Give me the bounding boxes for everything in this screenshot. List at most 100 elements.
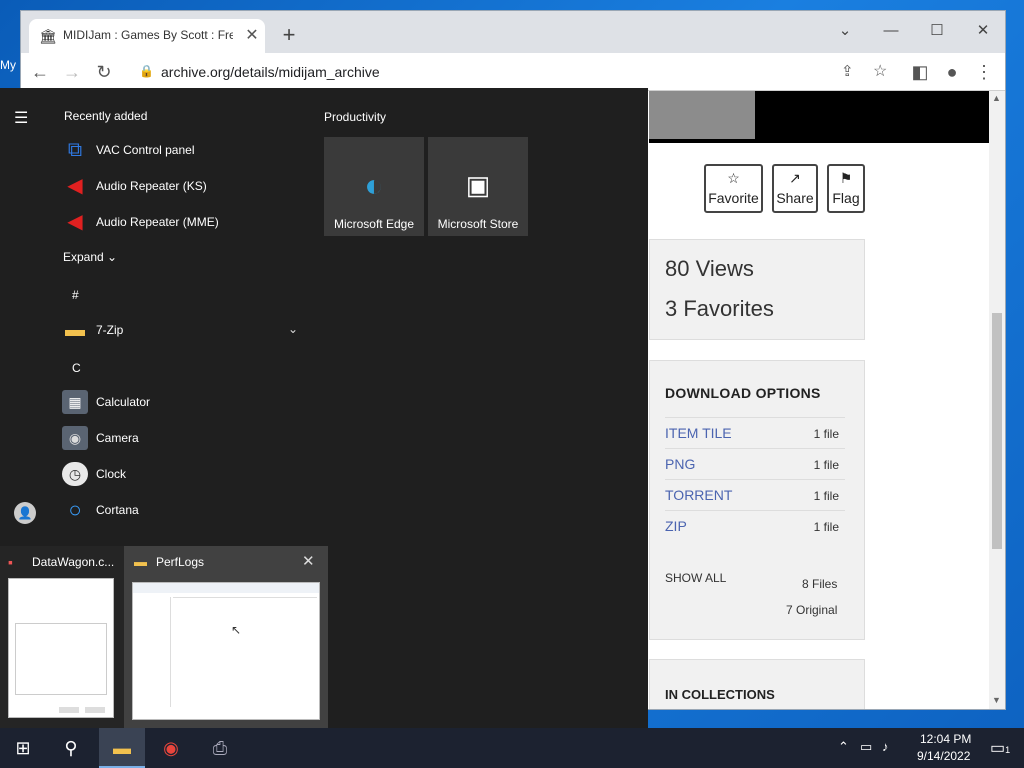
tab-search-icon[interactable]: ⌄ [827, 17, 863, 45]
productivity-header: Productivity [324, 110, 387, 124]
app-item-cortana[interactable]: ○ Cortana [62, 492, 302, 528]
download-row[interactable]: PNG 1 file [665, 448, 845, 479]
new-tab-button[interactable]: + [277, 23, 301, 47]
download-options-title: DOWNLOAD OPTIONS [665, 385, 821, 401]
files-count: 8 Files [802, 577, 838, 591]
hamburger-icon[interactable]: ☰ [14, 108, 28, 128]
cursor-icon: ↖ [231, 623, 242, 637]
show-all-link[interactable]: SHOW ALL [665, 571, 726, 585]
volume-icon[interactable]: ♪ [882, 739, 889, 754]
taskbar-thumbnails: ▪ DataWagon.c... ▬ PerfLogs ✕ ↖ [0, 546, 328, 728]
app-item-vac-control-panel[interactable]: ⧉ VAC Control panel [62, 132, 302, 168]
app-item-calculator[interactable]: ▦ Calculator [62, 384, 302, 420]
notification-count: 1 [1005, 745, 1011, 755]
bookmark-star-icon[interactable]: ☆ [873, 61, 887, 81]
download-count: 1 file [813, 458, 839, 472]
printer-icon[interactable]: ⎙ [197, 728, 243, 768]
tile-microsoft-store[interactable]: ▣ Microsoft Store [428, 137, 528, 236]
app-item-clock[interactable]: ◷ Clock [62, 456, 302, 492]
forward-icon[interactable]: → [59, 59, 85, 85]
thumbnail-title[interactable]: DataWagon.c... [32, 555, 114, 569]
tile-microsoft-edge[interactable]: ◐ Microsoft Edge [324, 137, 424, 236]
archive-favicon-icon: 🏛 [39, 28, 57, 44]
edge-icon: ◐ [364, 167, 384, 203]
store-icon: ▣ [465, 170, 491, 200]
share-button[interactable]: ↗ Share [772, 164, 818, 213]
browser-tab[interactable]: 🏛 MIDIJam : Games By Scott : Free ✕ [29, 19, 265, 53]
chevron-down-icon[interactable]: ⌄ [288, 322, 298, 336]
calculator-icon: ▦ [62, 390, 88, 414]
windows-start-icon[interactable]: ⊞ [0, 728, 46, 768]
letter-header-hash[interactable]: # [72, 288, 79, 302]
reload-icon[interactable]: ↻ [91, 59, 117, 85]
download-type-link[interactable]: TORRENT [665, 487, 732, 503]
profile-icon[interactable]: ● [939, 59, 965, 85]
preview-divider [173, 597, 317, 598]
thumbnail-preview[interactable]: ↖ [132, 582, 320, 720]
audio-repeater-icon: ◀ [67, 211, 83, 233]
recently-added-header: Recently added [64, 109, 148, 123]
file-explorer-icon[interactable]: ▬ [99, 728, 145, 768]
chevron-down-icon: ⌄ [107, 250, 118, 264]
thumbnail-close-icon[interactable]: ✕ [302, 552, 315, 570]
close-window-button[interactable]: ✕ [965, 17, 1001, 45]
scroll-thumb[interactable] [992, 313, 1002, 549]
chevron-up-icon[interactable]: ⌃ [838, 739, 849, 755]
download-type-link[interactable]: ITEM TILE [665, 425, 732, 441]
search-icon[interactable]: ⚲ [48, 728, 94, 768]
user-account-icon[interactable]: 👤 [14, 502, 36, 524]
tab-title: MIDIJam : Games By Scott : Free [63, 28, 233, 42]
scroll-down-icon[interactable]: ▼ [992, 695, 1001, 705]
audio-repeater-icon: ◀ [67, 175, 83, 197]
clock-date[interactable]: 9/14/2022 [917, 749, 970, 763]
page-scrollbar[interactable]: ▲ ▼ [989, 91, 1005, 709]
tab-close-icon[interactable]: ✕ [243, 25, 261, 45]
scroll-up-icon[interactable]: ▲ [992, 93, 1001, 103]
media-thumbnail[interactable] [649, 91, 755, 139]
back-icon[interactable]: ← [27, 59, 53, 85]
share-icon: ↗ [789, 170, 801, 186]
lock-icon[interactable]: 🔒 [139, 64, 154, 78]
download-count: 1 file [813, 489, 839, 503]
minimize-button[interactable]: — [873, 17, 909, 45]
cortana-icon: ○ [68, 497, 82, 522]
preview-button [85, 707, 105, 713]
folder-icon: ▬ [134, 554, 147, 569]
url-text[interactable]: archive.org/details/midijam_archive [161, 64, 380, 80]
thumbnail-preview[interactable] [8, 578, 114, 718]
collections-panel: IN COLLECTIONS [649, 659, 865, 709]
vac-icon: ⧉ [67, 139, 83, 161]
stats-panel: 80 Views 3 Favorites [649, 239, 865, 340]
preview-nav-pane [133, 597, 171, 707]
network-icon[interactable]: ▭ [860, 739, 872, 755]
chrome-icon[interactable]: ◉ [148, 728, 194, 768]
app-item-7zip[interactable]: ▬ 7-Zip [62, 312, 302, 348]
download-row[interactable]: TORRENT 1 file [665, 479, 845, 510]
app-item-camera[interactable]: ◉ Camera [62, 420, 302, 456]
expand-button[interactable]: Expand ⌄ [63, 250, 117, 264]
notification-icon[interactable]: ▭1 [990, 738, 1010, 758]
clock-time[interactable]: 12:04 PM [920, 732, 971, 746]
share-page-icon[interactable]: ⇪ [841, 62, 854, 80]
preview-ribbon [133, 583, 319, 593]
camera-icon: ◉ [62, 426, 88, 450]
download-row[interactable]: ITEM TILE 1 file [665, 417, 845, 448]
address-bar[interactable]: 🔒 archive.org/details/midijam_archive ⇪ … [129, 58, 887, 86]
collections-title: IN COLLECTIONS [665, 687, 775, 702]
app-item-audio-repeater-ks[interactable]: ◀ Audio Repeater (KS) [62, 168, 302, 204]
download-row[interactable]: ZIP 1 file [665, 510, 845, 541]
app-icon: ▪ [8, 554, 13, 570]
side-panel-icon[interactable]: ◧ [907, 59, 933, 85]
flag-button[interactable]: ⚑ Flag [827, 164, 865, 213]
taskbar: ⊞ ⚲ ▬ ◉ ⎙ ⌃ ▭ ♪ 12:04 PM 9/14/2022 ▭1 [0, 728, 1024, 768]
desktop-icon-label[interactable]: My [0, 58, 16, 72]
download-type-link[interactable]: PNG [665, 456, 695, 472]
menu-kebab-icon[interactable]: ⋮ [971, 59, 997, 85]
download-type-link[interactable]: ZIP [665, 518, 687, 534]
favorite-button[interactable]: ☆ Favorite [704, 164, 763, 213]
app-item-audio-repeater-mme[interactable]: ◀ Audio Repeater (MME) [62, 204, 302, 240]
maximize-button[interactable]: ☐ [919, 17, 955, 45]
letter-header-c[interactable]: C [72, 361, 81, 375]
original-count: 7 Original [786, 603, 838, 617]
thumbnail-perflogs[interactable]: ▬ PerfLogs ✕ ↖ [124, 546, 328, 728]
